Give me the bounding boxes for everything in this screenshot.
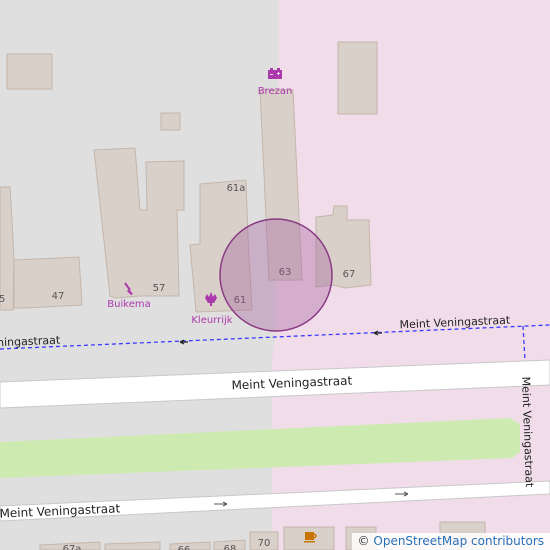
house-number: 66 — [178, 545, 191, 550]
house-number: 67a — [63, 544, 82, 550]
house-number: 5 — [0, 294, 5, 305]
map-canvas[interactable]: Meint Veningastraat Meint Veningastraat … — [0, 0, 550, 550]
building — [337, 41, 378, 115]
building — [104, 541, 161, 550]
house-number: 47 — [52, 291, 65, 302]
poi-label: Brezan — [258, 86, 293, 97]
house-number: 57 — [153, 283, 166, 294]
location-marker[interactable] — [219, 218, 333, 332]
copyright-symbol: © — [357, 534, 370, 548]
house-number: 67 — [343, 269, 356, 280]
building — [6, 53, 53, 90]
house-number: 70 — [258, 538, 271, 549]
poi-label: Buikema — [107, 299, 150, 310]
poi-label: Kleurrijk — [191, 315, 232, 326]
building — [13, 256, 83, 309]
house-number: 61a — [227, 183, 246, 194]
osm-attribution-link[interactable]: OpenStreetMap contributors — [373, 534, 544, 548]
building — [160, 112, 181, 131]
house-number: 68 — [224, 544, 237, 550]
attribution: © OpenStreetMap contributors — [351, 533, 550, 550]
